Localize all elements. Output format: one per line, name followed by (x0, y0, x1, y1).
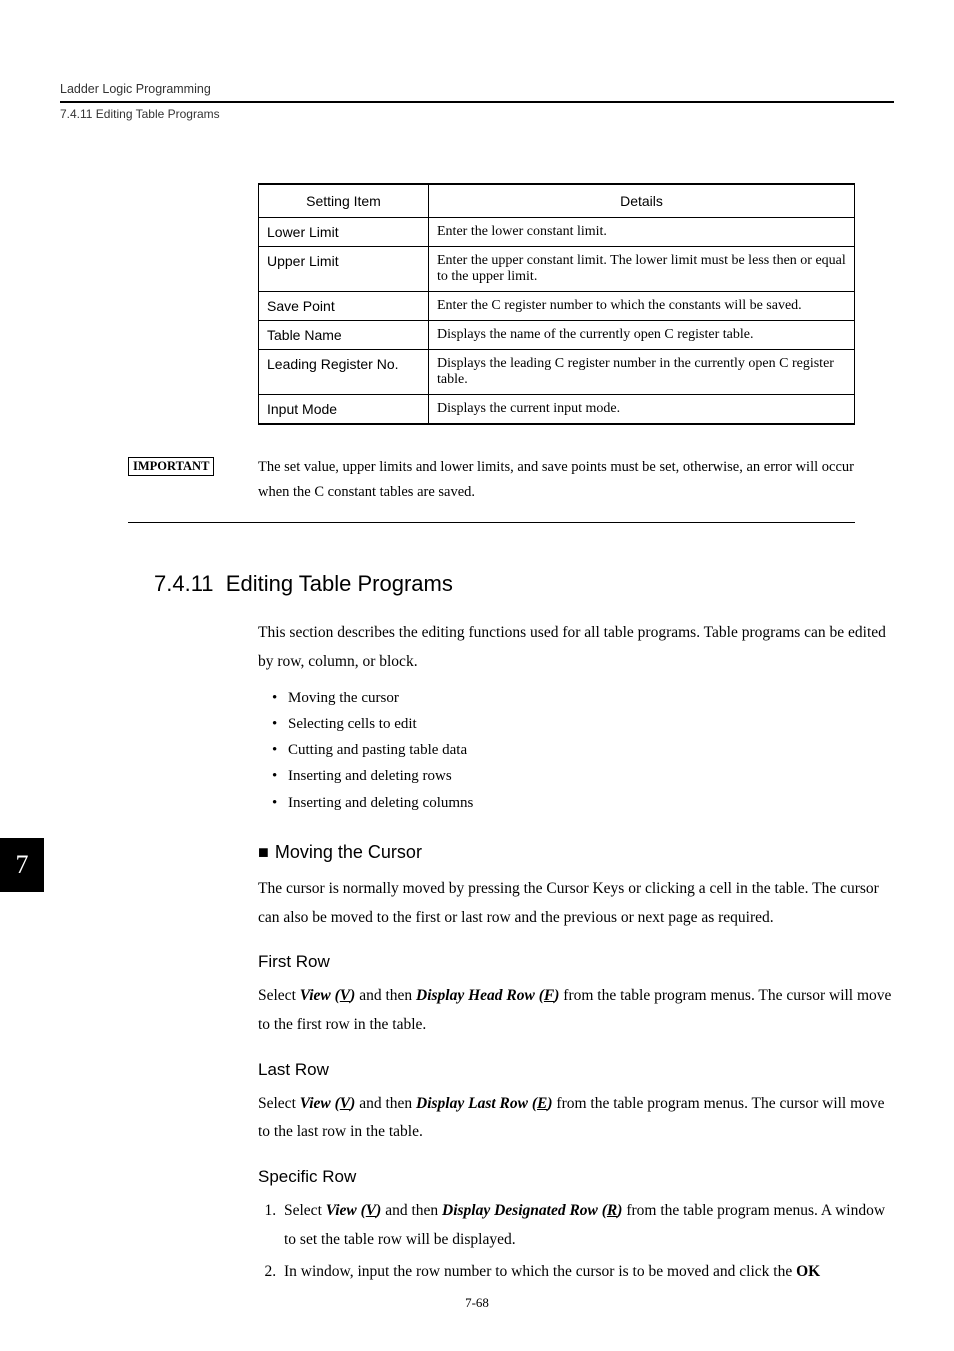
page-number: 7-68 (0, 1295, 954, 1311)
list-item: Moving the cursor (272, 685, 894, 711)
square-bullet-icon: ■ (258, 842, 269, 863)
running-header-title: Ladder Logic Programming (60, 82, 894, 96)
list-item: Select View (V) and then Display Designa… (280, 1197, 894, 1254)
table-cell-details: Displays the current input mode. (429, 395, 855, 425)
bullet-list: Moving the cursor Selecting cells to edi… (272, 685, 894, 816)
table-cell-item: Save Point (259, 292, 429, 321)
section-intro: This section describes the editing funct… (258, 619, 894, 676)
text-fragment: and then (381, 1202, 442, 1219)
text-fragment: Select (284, 1202, 326, 1219)
section-number: 7.4.11 (154, 571, 214, 596)
menu-view: View (V) (300, 1095, 356, 1112)
first-row-paragraph: Select View (V) and then Display Head Ro… (258, 982, 894, 1039)
table-header-details: Details (429, 184, 855, 218)
section-heading: 7.4.11 Editing Table Programs (154, 571, 894, 597)
chapter-tab: 7 (0, 838, 44, 892)
table-row: Upper Limit Enter the upper constant lim… (259, 247, 855, 292)
important-text: The set value, upper limits and lower li… (258, 455, 855, 504)
important-label: IMPORTANT (128, 457, 214, 476)
list-item: Cutting and pasting table data (272, 737, 894, 763)
menu-display-last-row: Display Last Row (E) (416, 1095, 553, 1112)
subheading-first-row: First Row (258, 952, 894, 972)
table-row: Leading Register No. Displays the leadin… (259, 350, 855, 395)
table-cell-details: Enter the upper constant limit. The lowe… (429, 247, 855, 292)
important-text-c: tables are saved. (376, 484, 475, 500)
table-cell-details: Displays the name of the currently open … (429, 321, 855, 350)
table-row: Input Mode Displays the current input mo… (259, 395, 855, 425)
menu-display-designated-row: Display Designated Row (R) (442, 1202, 622, 1219)
table-cell-details: Enter the lower constant limit. (429, 218, 855, 247)
specific-row-steps: Select View (V) and then Display Designa… (260, 1197, 894, 1287)
table-header-row: Setting Item Details (259, 184, 855, 218)
menu-view: View (V) (300, 987, 356, 1004)
subheading-moving-cursor: ■ Moving the Cursor (258, 842, 894, 863)
table-row: Table Name Displays the name of the curr… (259, 321, 855, 350)
text-fragment: Select (258, 1095, 300, 1112)
table-row: Save Point Enter the C register number t… (259, 292, 855, 321)
ok-button-reference: OK (796, 1263, 820, 1280)
table-cell-details: Displays the leading C register number i… (429, 350, 855, 395)
important-text-b: constant (328, 484, 376, 500)
table-cell-item: Leading Register No. (259, 350, 429, 395)
menu-display-head-row: Display Head Row (F) (416, 987, 559, 1004)
table-cell-item: Upper Limit (259, 247, 429, 292)
subheading-last-row: Last Row (258, 1060, 894, 1080)
table-cell-item: Input Mode (259, 395, 429, 425)
table-cell-item: Lower Limit (259, 218, 429, 247)
text-fragment: Select (258, 987, 300, 1004)
menu-view: View (V) (326, 1202, 382, 1219)
list-item: Inserting and deleting columns (272, 790, 894, 816)
text-fragment: and then (355, 1095, 416, 1112)
text-fragment: In window, input the row number to which… (284, 1263, 796, 1280)
list-item: In window, input the row number to which… (280, 1258, 894, 1287)
important-note: IMPORTANT The set value, upper limits an… (128, 455, 855, 523)
last-row-paragraph: Select View (V) and then Display Last Ro… (258, 1090, 894, 1147)
text-fragment: and then (355, 987, 416, 1004)
subheading-text: Moving the Cursor (275, 842, 422, 862)
table-header-setting-item: Setting Item (259, 184, 429, 218)
running-header-subtitle: 7.4.11 Editing Table Programs (60, 101, 894, 121)
section-title: Editing Table Programs (226, 571, 453, 596)
table-cell-item: Table Name (259, 321, 429, 350)
list-item: Selecting cells to edit (272, 711, 894, 737)
subheading-specific-row: Specific Row (258, 1167, 894, 1187)
list-item: Inserting and deleting rows (272, 763, 894, 789)
settings-table: Setting Item Details Lower Limit Enter t… (258, 183, 855, 425)
table-row: Lower Limit Enter the lower constant lim… (259, 218, 855, 247)
moving-cursor-paragraph: The cursor is normally moved by pressing… (258, 875, 894, 932)
table-cell-details: Enter the C register number to which the… (429, 292, 855, 321)
